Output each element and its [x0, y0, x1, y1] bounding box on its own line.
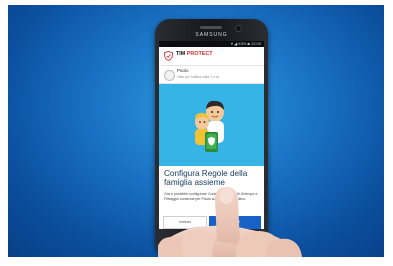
profile-card[interactable]: Paolo Visto per l'ultima volta: 1 h fa [159, 66, 264, 84]
back-button[interactable]: Indietro [163, 216, 207, 229]
phone-speaker [200, 26, 222, 29]
front-camera [235, 25, 242, 32]
onboarding-title: Configura Regole della famiglia assieme [164, 169, 248, 188]
onboarding-panel: Configura Regole della famiglia assieme … [159, 166, 264, 229]
app-header: TIM PROTECT [159, 47, 264, 66]
app-name-accent: PROTECT [186, 51, 213, 57]
avatar [164, 70, 175, 81]
profile-last-seen: Visto per l'ultima volta: 1 h fa [177, 75, 219, 79]
onboarding-description: Ora è possibile configurare Controllo ap… [164, 192, 258, 201]
family-illustration [195, 100, 224, 152]
phone-brand: SAMSUNG [195, 32, 228, 38]
smartphone: SAMSUNG ▾ ◢ 43% ■ 12:00 TIM PROTECT Paol… [155, 19, 268, 257]
next-button[interactable]: Avanti [209, 216, 261, 229]
app-name: TIM PROTECT [176, 51, 213, 57]
video-frame: SAMSUNG ▾ ◢ 43% ■ 12:00 TIM PROTECT Paol… [8, 5, 384, 257]
home-button[interactable] [197, 239, 227, 247]
app-name-prefix: TIM [176, 51, 186, 57]
profile-name: Paolo [177, 68, 189, 73]
onboarding-illustration-area [159, 84, 264, 166]
phone-screen: ▾ ◢ 43% ■ 12:00 TIM PROTECT Paolo Visto … [159, 41, 264, 229]
shield-logo-icon [164, 51, 173, 61]
